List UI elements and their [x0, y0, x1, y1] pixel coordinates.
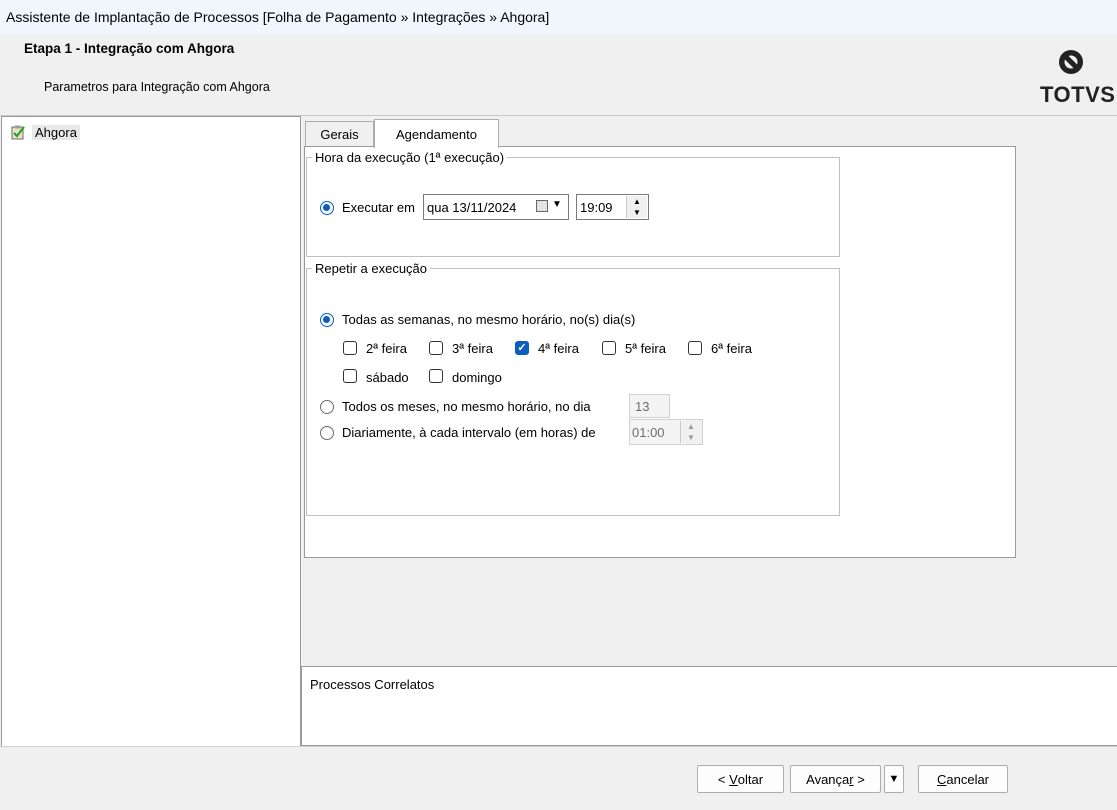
time-stepper[interactable]: ▲ ▼ [626, 196, 647, 218]
panel-right-margin [1016, 146, 1116, 556]
checklist-icon [11, 125, 25, 140]
check-icon: ✓ [517, 342, 527, 354]
execute-at-radio[interactable] [320, 201, 334, 215]
daily-label: Diariamente, à cada intervalo (em horas)… [342, 425, 596, 440]
next-button-pre: Avança [806, 771, 850, 787]
day-wednesday-checkbox[interactable]: ✓ [515, 341, 529, 355]
stepper-up-icon[interactable]: ▲ [627, 196, 647, 207]
weekly-label: Todas as semanas, no mesmo horário, no(s… [342, 312, 636, 327]
day-thursday-checkbox[interactable] [602, 341, 616, 355]
related-processes-panel: Processos Correlatos [301, 666, 1117, 746]
day-tuesday-label: 3ª feira [452, 341, 493, 356]
first-execution-group-title: Hora da execução (1ª execução) [312, 150, 508, 165]
repeat-group-title: Repetir a execução [312, 261, 431, 276]
back-button-rest: oltar [737, 771, 764, 787]
logo-text: TOTVS [1040, 82, 1116, 107]
wizard-tree[interactable]: Ahgora [1, 116, 301, 747]
chevron-down-icon: ▼ [888, 773, 900, 785]
chevron-down-icon[interactable]: ▼ [552, 199, 562, 210]
weekly-radio[interactable] [320, 313, 334, 327]
tree-item-ahgora[interactable]: Ahgora [10, 123, 80, 141]
daily-interval-value: 01:00 [632, 425, 665, 440]
step-subtitle: Parametros para Integração com Ahgora [44, 80, 270, 94]
calendar-icon[interactable] [536, 200, 548, 212]
back-button-prefix: < [717, 771, 730, 787]
window-title: Assistente de Implantação de Processos [… [6, 9, 550, 25]
stepper-down-icon[interactable]: ▼ [681, 432, 701, 443]
back-button-mnemonic: V [729, 771, 738, 787]
daily-radio[interactable] [320, 426, 334, 440]
cancel-button-rest: ancelar [946, 771, 990, 787]
day-monday-checkbox[interactable] [343, 341, 357, 355]
tab-agendamento[interactable]: Agendamento [374, 119, 499, 148]
back-button[interactable]: < Voltar [697, 765, 784, 793]
cancel-button[interactable]: Cancelar [918, 765, 1008, 793]
tree-item-label: Ahgora [32, 124, 80, 140]
execute-at-label: Executar em [342, 200, 415, 215]
totvs-logo-icon [1059, 50, 1083, 74]
cancel-button-mnemonic: C [936, 771, 947, 787]
tab-gerais[interactable]: Gerais [305, 121, 374, 147]
next-button-rest: > [853, 771, 865, 787]
monthly-label: Todos os meses, no mesmo horário, no dia [342, 399, 591, 414]
time-value: 19:09 [580, 200, 613, 215]
related-processes-label: Processos Correlatos [310, 677, 435, 692]
repeat-group [306, 268, 840, 516]
day-sunday-checkbox[interactable] [429, 369, 443, 383]
tab-gerais-label: Gerais [320, 127, 359, 142]
date-value: qua 13/11/2024 [427, 200, 517, 215]
next-button[interactable]: Avança r > [790, 765, 881, 793]
step-title: Etapa 1 - Integração com Ahgora [24, 41, 235, 56]
monthly-day-field[interactable]: 13 [629, 394, 670, 418]
date-picker[interactable]: qua 13/11/2024 ▼ [423, 194, 569, 220]
day-thursday-label: 5ª feira [625, 341, 666, 356]
monthly-day-value: 13 [635, 399, 650, 414]
next-options-dropdown[interactable]: ▼ [884, 765, 904, 793]
day-monday-label: 2ª feira [366, 341, 407, 356]
day-saturday-checkbox[interactable] [343, 369, 357, 383]
tab-agendamento-label: Agendamento [396, 126, 477, 142]
day-sunday-label: domingo [452, 370, 502, 385]
stepper-down-icon[interactable]: ▼ [627, 207, 647, 218]
time-field[interactable]: 19:09 ▲ ▼ [576, 194, 649, 220]
daily-interval-field[interactable]: 01:00 ▲ ▼ [629, 419, 703, 445]
totvs-logo: TOTVS [1034, 43, 1116, 107]
monthly-radio[interactable] [320, 400, 334, 414]
interval-stepper[interactable]: ▲ ▼ [680, 421, 701, 443]
day-tuesday-checkbox[interactable] [429, 341, 443, 355]
day-friday-checkbox[interactable] [688, 341, 702, 355]
stepper-up-icon[interactable]: ▲ [681, 421, 701, 432]
day-wednesday-label: 4ª feira [538, 341, 579, 356]
day-friday-label: 6ª feira [711, 341, 752, 356]
day-saturday-label: sábado [366, 370, 409, 385]
